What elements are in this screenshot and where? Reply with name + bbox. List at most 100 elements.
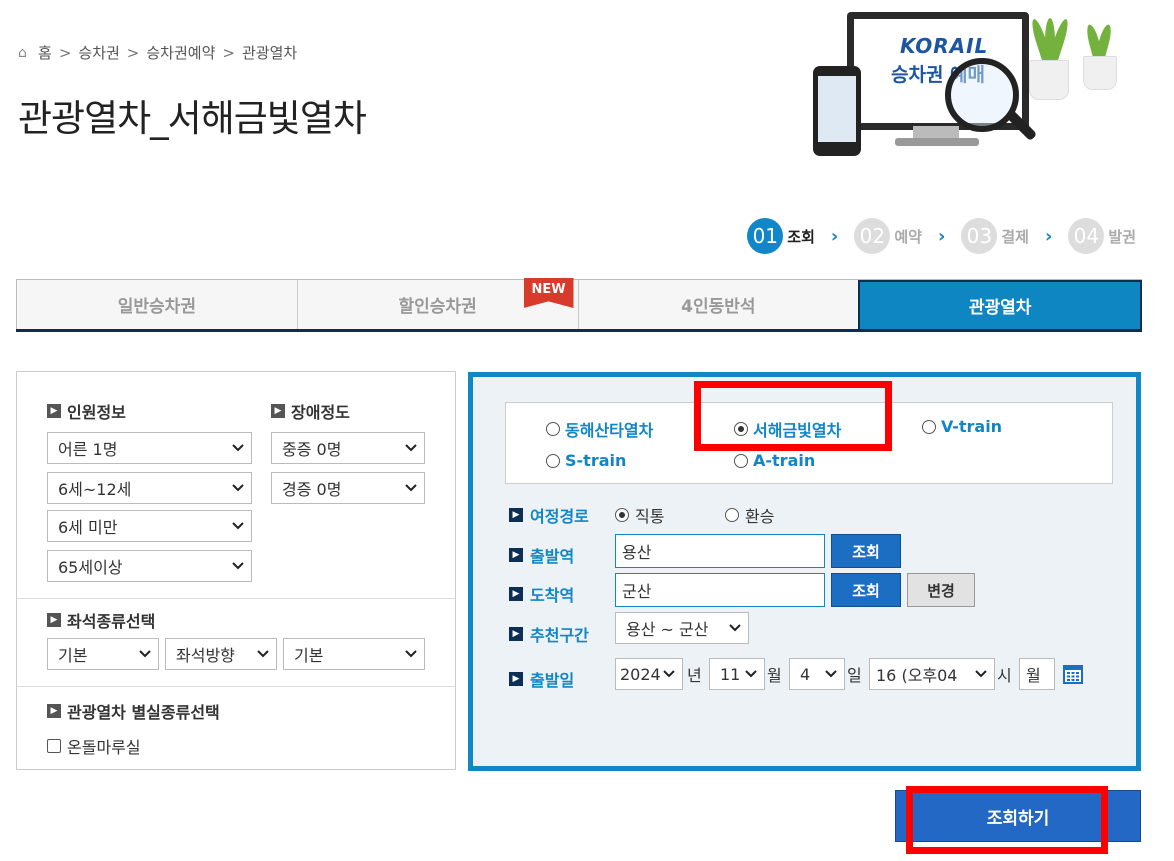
- tab-general-ticket[interactable]: 일반승차권: [16, 280, 297, 329]
- radio-button[interactable]: [546, 422, 560, 436]
- day-select[interactable]: 4: [789, 658, 845, 690]
- chevron-down-icon: [232, 484, 244, 492]
- mild-disability-select[interactable]: 경증 0명: [271, 472, 425, 504]
- tab-discount-ticket[interactable]: 할인승차권 NEW: [296, 278, 578, 329]
- bullet-icon: ▶: [47, 404, 61, 418]
- bullet-icon: ▶: [271, 404, 285, 418]
- chevron-down-icon: [663, 670, 675, 678]
- step-payment: 03 결제: [961, 218, 1029, 254]
- chevron-right-icon: ›: [830, 225, 839, 247]
- chevron-down-icon: [232, 444, 244, 452]
- departure-station-input[interactable]: 용산: [615, 534, 825, 568]
- tab-four-person-seat[interactable]: 4인동반석: [577, 280, 859, 329]
- route-direct-option[interactable]: 직통: [615, 503, 664, 527]
- passenger-options-panel: ▶ 인원정보 ▶ 장애정도 어른 1명 6세~12세 6세 미만 65세이상 중…: [16, 371, 456, 770]
- breadcrumb-separator: >: [222, 43, 235, 62]
- recommended-route-label: ▶ 추천구간: [509, 622, 589, 646]
- infant-count-select[interactable]: 6세 미만: [47, 510, 252, 542]
- phone-icon: [813, 66, 861, 156]
- chevron-right-icon: ›: [1044, 225, 1053, 247]
- day-unit: 일: [847, 666, 862, 685]
- train-type-selector: 동해산타열차 서해금빛열차 V-train S-train A-train: [505, 402, 1113, 484]
- radio-button[interactable]: [725, 508, 739, 522]
- chevron-right-icon: ›: [937, 225, 946, 247]
- month-select[interactable]: 11: [709, 658, 765, 690]
- train-option-seohae-geumbit[interactable]: 서해금빛열차: [734, 417, 841, 441]
- seat-type-select[interactable]: 기본: [47, 638, 159, 670]
- seat-direction-select[interactable]: 좌석방향: [165, 638, 277, 670]
- senior-count-select[interactable]: 65세이상: [47, 550, 252, 582]
- train-option-s-train[interactable]: S-train: [546, 451, 626, 470]
- radio-button[interactable]: [615, 508, 629, 522]
- ondol-room-checkbox[interactable]: [47, 739, 61, 753]
- radio-button[interactable]: [734, 453, 748, 468]
- breadcrumb-separator: >: [58, 43, 72, 62]
- departure-station-label: ▶ 출발역: [509, 543, 574, 567]
- bullet-icon: ▶: [509, 548, 523, 562]
- chevron-down-icon: [825, 670, 837, 678]
- page-title: 관광열차_서해금빛열차: [18, 97, 367, 140]
- divider: [17, 598, 455, 599]
- search-button[interactable]: 조회하기: [895, 790, 1141, 842]
- breadcrumb-item[interactable]: 승차권예약: [146, 42, 215, 63]
- tab-tourist-train[interactable]: 관광열차: [858, 280, 1142, 329]
- departure-search-button[interactable]: 조회: [831, 534, 901, 568]
- ondol-room-checkbox-row[interactable]: 온돌마루실: [47, 734, 141, 758]
- year-unit: 년: [687, 666, 702, 685]
- chevron-down-icon: [405, 650, 417, 658]
- year-select[interactable]: 2024: [615, 658, 683, 690]
- room-type-title: ▶ 관광열차 별실종류선택: [47, 699, 220, 723]
- train-option-a-train[interactable]: A-train: [734, 451, 815, 470]
- breadcrumb-home[interactable]: 홈: [38, 42, 52, 63]
- month-unit: 월: [767, 666, 782, 685]
- chevron-down-icon: [232, 522, 244, 530]
- korail-logo: KORAIL: [900, 34, 989, 58]
- train-search-panel: 동해산타열차 서해금빛열차 V-train S-train A-train ▶ 여…: [468, 372, 1141, 771]
- chevron-down-icon: [405, 444, 417, 452]
- korail-reservation-illustration: KORAIL 승차권 예매: [805, 8, 1135, 158]
- recommended-route-select[interactable]: 용산 ~ 군산: [615, 612, 749, 644]
- disability-title: ▶ 장애정도: [271, 399, 350, 423]
- hour-select[interactable]: 16 (오후04: [869, 658, 995, 690]
- chevron-down-icon: [232, 562, 244, 570]
- radio-button[interactable]: [734, 422, 748, 436]
- breadcrumb-separator: >: [126, 43, 140, 62]
- weekday-display: 월: [1019, 658, 1055, 690]
- chevron-down-icon: [975, 670, 987, 678]
- bullet-icon: ▶: [509, 587, 523, 601]
- arrival-search-button[interactable]: 조회: [831, 573, 901, 607]
- breadcrumb-item[interactable]: 승차권: [78, 42, 119, 63]
- chevron-down-icon: [729, 624, 741, 632]
- train-option-v-train[interactable]: V-train: [922, 417, 1002, 436]
- severe-disability-select[interactable]: 중증 0명: [271, 432, 425, 464]
- bullet-icon: ▶: [509, 627, 523, 641]
- swap-stations-button[interactable]: 변경: [907, 573, 975, 607]
- bullet-icon: ▶: [509, 672, 523, 686]
- route-label: ▶ 여정경로: [509, 503, 589, 527]
- step-reserve: 02 예약: [854, 218, 922, 254]
- passenger-info-title: ▶ 인원정보: [47, 399, 126, 423]
- chevron-down-icon: [257, 650, 269, 658]
- plant-icon: [1029, 12, 1071, 65]
- bullet-icon: ▶: [47, 704, 61, 718]
- step-issue: 04 발권: [1068, 218, 1136, 254]
- ticket-type-tabs: 일반승차권 할인승차권 NEW 4인동반석 관광열차: [16, 278, 1142, 332]
- new-badge: NEW: [523, 278, 574, 308]
- calendar-icon[interactable]: [1063, 664, 1083, 684]
- reservation-steps: 01 조회 › 02 예약 › 03 결제 › 04 발권: [747, 218, 1136, 254]
- chevron-down-icon: [139, 650, 151, 658]
- departure-date-label: ▶ 출발일: [509, 667, 574, 691]
- radio-button[interactable]: [922, 419, 936, 434]
- home-icon[interactable]: ⌂: [18, 45, 34, 61]
- magnifier-icon: [945, 58, 1019, 132]
- adult-count-select[interactable]: 어른 1명: [47, 432, 252, 464]
- child-count-select[interactable]: 6세~12세: [47, 472, 252, 504]
- chevron-down-icon: [405, 484, 417, 492]
- route-transfer-option[interactable]: 환승: [725, 503, 774, 527]
- radio-button[interactable]: [546, 453, 560, 468]
- seat-option-select[interactable]: 기본: [283, 638, 425, 670]
- arrival-station-input[interactable]: 군산: [615, 573, 825, 607]
- arrival-station-label: ▶ 도착역: [509, 582, 574, 606]
- bullet-icon: ▶: [47, 613, 61, 627]
- train-option-donghae-santa[interactable]: 동해산타열차: [546, 417, 653, 441]
